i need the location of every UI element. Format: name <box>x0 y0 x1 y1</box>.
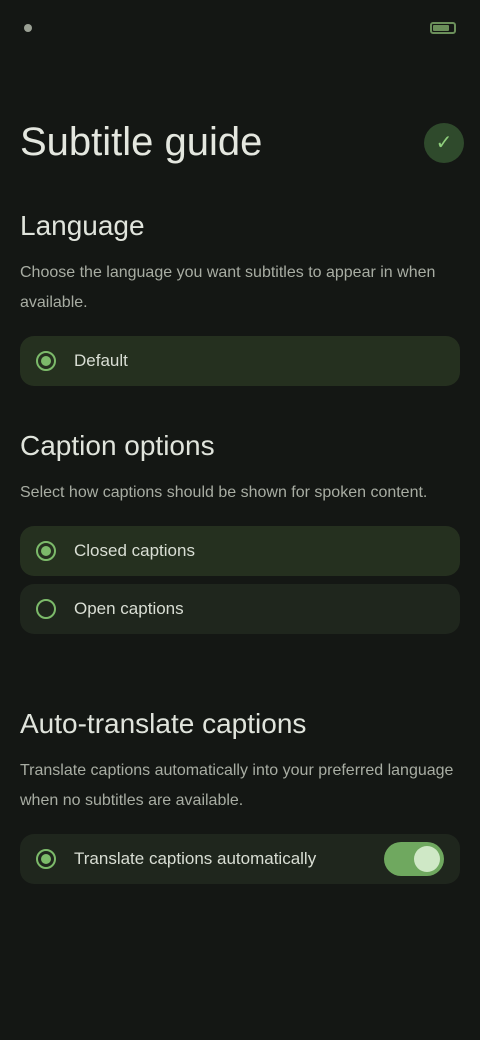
caption-option-label: Open captions <box>74 599 184 618</box>
radio-selected-icon <box>36 849 56 869</box>
check-icon[interactable]: ✓ <box>424 122 464 163</box>
auto-translate-description: Translate captions automatically into yo… <box>20 762 454 809</box>
caption-section: Caption options Select how captions shou… <box>20 430 460 634</box>
caption-option-label: Closed captions <box>74 541 195 560</box>
language-title: Language <box>20 210 145 241</box>
radio-unselected-icon <box>36 599 56 619</box>
language-description: Choose the language you want subtitles t… <box>20 264 436 311</box>
caption-option-group: Closed captions Open captions <box>20 526 460 634</box>
battery-icon <box>430 22 456 34</box>
status-right <box>430 22 456 34</box>
auto-translate-label: Translate captions automatically <box>74 849 317 868</box>
status-indicator-icon <box>24 24 32 32</box>
caption-option-open[interactable]: Open captions <box>20 584 460 634</box>
radio-selected-icon <box>36 351 56 371</box>
radio-selected-icon <box>36 541 56 561</box>
language-option-default[interactable]: Default <box>20 336 460 386</box>
status-bar <box>0 0 480 56</box>
caption-title: Caption options <box>20 430 215 461</box>
status-left <box>24 24 42 32</box>
language-option-label: Default <box>74 351 128 370</box>
caption-option-closed[interactable]: Closed captions <box>20 526 460 576</box>
auto-translate-section: Auto-translate captions Translate captio… <box>20 708 460 884</box>
auto-translate-title: Auto-translate captions <box>20 708 307 739</box>
auto-translate-toggle[interactable] <box>384 842 444 876</box>
auto-translate-row[interactable]: Translate captions automatically <box>20 834 460 884</box>
header: Subtitle guide ✓ <box>20 120 464 165</box>
screen: Subtitle guide ✓ Language Choose the lan… <box>0 0 480 1040</box>
language-section: Language Choose the language you want su… <box>20 210 460 386</box>
caption-description: Select how captions should be shown for … <box>20 484 428 501</box>
page-title: Subtitle guide <box>20 120 263 164</box>
battery-fill <box>433 25 449 31</box>
toggle-knob <box>414 846 440 872</box>
